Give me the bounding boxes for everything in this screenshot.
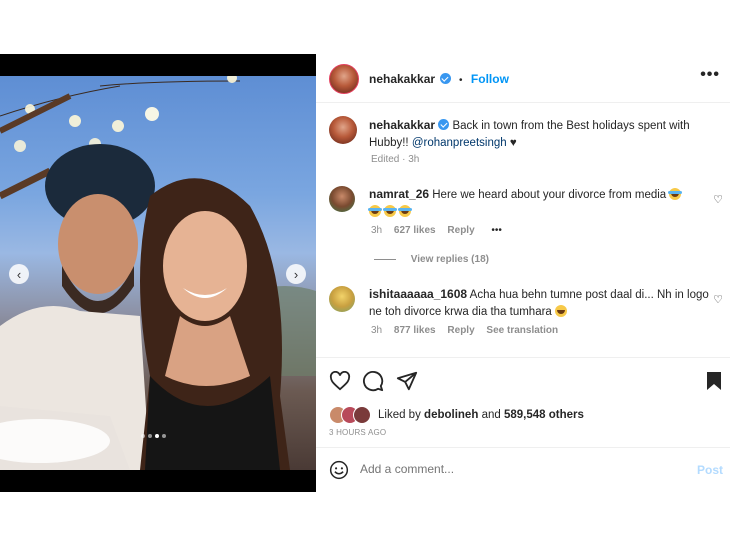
comment-1-meta: 3h 627 likes Reply •••	[371, 225, 502, 236]
separator: •	[458, 75, 463, 86]
follow-button[interactable]: Follow	[471, 72, 509, 86]
comment-text: Here we heard about your divorce from me…	[432, 189, 667, 201]
commenter-avatar[interactable]	[329, 286, 355, 312]
comment-likes[interactable]: 877 likes	[394, 325, 436, 336]
author-username[interactable]: nehakakkar	[369, 72, 435, 86]
carousel-prev-button[interactable]: ‹	[9, 264, 29, 284]
carousel-dot	[148, 434, 152, 438]
mention-link[interactable]: @rohanpreetsingh	[412, 137, 507, 149]
caption: nehakakkar Back in town from the Best ho…	[369, 117, 714, 152]
laughing-emoji-icon	[668, 188, 683, 200]
view-replies-label[interactable]: View replies (18)	[411, 254, 489, 265]
save-bookmark-icon[interactable]	[706, 371, 722, 391]
post-header: nehakakkar • Follow •••	[316, 54, 730, 103]
laughing-emoji-icon	[398, 205, 413, 217]
add-comment-input[interactable]	[358, 461, 662, 477]
carousel-next-button[interactable]: ›	[286, 264, 306, 284]
comment-more-icon[interactable]: •••	[491, 225, 502, 236]
caption-meta: Edited · 3h	[371, 154, 420, 165]
comment-likes[interactable]: 627 likes	[394, 225, 436, 236]
comment-2: ishitaaaaaa_1608 Acha hua behn tumne pos…	[369, 286, 709, 321]
liked-by-user[interactable]: debolineh	[424, 409, 478, 421]
post-actions: Liked by debolineh and 589,548 others 3 …	[316, 357, 730, 437]
liked-by-connector: and	[481, 409, 501, 421]
liker-avatar	[353, 406, 371, 424]
commenter-avatar[interactable]	[329, 186, 355, 212]
photo-illustration	[0, 76, 316, 470]
commenter-username[interactable]: ishitaaaaaa_1608	[369, 287, 467, 301]
post-timestamp: 3 HOURS AGO	[329, 428, 387, 437]
post-media: ‹ ›	[0, 54, 316, 492]
comment-1: namrat_26 Here we heard about your divor…	[368, 186, 709, 221]
replies-line	[374, 258, 396, 260]
view-replies[interactable]: View replies (18)	[374, 254, 489, 265]
add-comment-bar: Post	[316, 447, 730, 493]
heart-emoji: ♥	[509, 137, 517, 149]
laughing-emoji-icon	[368, 205, 382, 217]
liked-by-avatars	[329, 406, 375, 424]
reply-button[interactable]: Reply	[447, 225, 474, 236]
share-paper-plane-icon[interactable]	[396, 370, 418, 392]
post-comment-button[interactable]: Post	[697, 463, 723, 477]
liked-by: Liked by debolineh and 589,548 others	[378, 407, 584, 424]
caption-username[interactable]: nehakakkar	[369, 118, 435, 132]
more-options-icon[interactable]: •••	[700, 66, 720, 84]
likes-count[interactable]: 589,548 others	[504, 409, 584, 421]
see-translation-button[interactable]: See translation	[486, 325, 558, 336]
smile-emoji-icon	[555, 305, 568, 317]
post-photo[interactable]: ‹ ›	[0, 76, 316, 470]
comment-like-heart-icon[interactable]: ♡	[713, 193, 723, 206]
reply-button[interactable]: Reply	[447, 325, 474, 336]
author-avatar[interactable]	[329, 64, 359, 94]
liked-by-prefix: Liked by	[378, 409, 421, 421]
comment-like-heart-icon[interactable]: ♡	[713, 293, 723, 306]
laughing-emoji-icon	[383, 205, 398, 217]
caption-avatar[interactable]	[329, 116, 357, 144]
comment-bubble-icon[interactable]	[362, 370, 384, 392]
like-heart-icon[interactable]	[329, 371, 351, 391]
commenter-username[interactable]: namrat_26	[369, 187, 429, 201]
carousel-dot-active	[155, 434, 159, 438]
carousel-indicator	[141, 434, 166, 438]
carousel-dot	[162, 434, 166, 438]
emoji-smiley-icon[interactable]	[329, 460, 349, 480]
comment-time: 3h	[371, 225, 383, 236]
verified-badge-icon	[438, 119, 450, 130]
verified-badge-icon	[439, 73, 451, 84]
comment-time: 3h	[371, 325, 383, 336]
carousel-dot	[141, 434, 145, 438]
post-panel: nehakakkar • Follow ••• nehakakkar Back …	[316, 54, 730, 492]
comment-2-meta: 3h 877 likes Reply See translation	[371, 325, 558, 336]
